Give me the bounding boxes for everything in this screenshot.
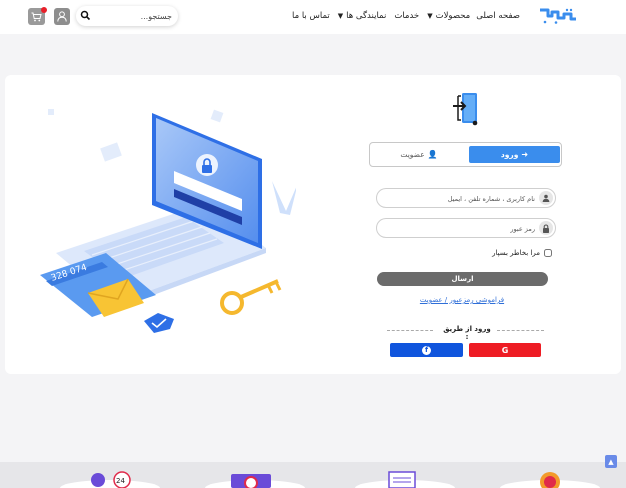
site-logo[interactable] bbox=[538, 6, 578, 26]
chevron-down-icon: ▼ bbox=[427, 12, 433, 20]
auth-tabs: ➜ ورود 👤 عضویت bbox=[369, 142, 562, 167]
nav-services-label: خدمات bbox=[394, 11, 420, 21]
username-input[interactable] bbox=[385, 192, 535, 205]
nav-contact[interactable]: تماس با ما bbox=[292, 11, 330, 21]
search-input[interactable] bbox=[94, 9, 172, 23]
nav-home[interactable]: صفحه اصلی bbox=[476, 11, 520, 21]
nav-agencies[interactable]: نمایندگی ها ▼ bbox=[338, 11, 387, 21]
support-24-label: 24 bbox=[116, 477, 125, 485]
main-nav: صفحه اصلی محصولات ▼ خدمات نمایندگی ها ▼ تم… bbox=[292, 11, 520, 21]
quality-badge-icon bbox=[500, 472, 600, 488]
nav-contact-label: تماس با ما bbox=[292, 11, 330, 21]
remember-me: مرا بخاطر بسپار bbox=[470, 247, 552, 259]
facebook-icon: f bbox=[422, 345, 431, 355]
user-icon bbox=[57, 11, 67, 22]
cart-icon bbox=[31, 12, 42, 21]
site-header: صفحه اصلی محصولات▼ خدمات نمایندگی ها▼ تم… bbox=[0, 0, 626, 34]
social-login-label: ورود از طریق : bbox=[443, 325, 491, 341]
nav-services[interactable]: خدمات bbox=[394, 11, 419, 21]
divider-left bbox=[387, 330, 433, 331]
user-plus-icon: 👤 bbox=[427, 150, 438, 159]
remember-checkbox[interactable] bbox=[544, 249, 552, 257]
tab-join-label: عضویت bbox=[400, 150, 425, 159]
lock-icon bbox=[539, 221, 553, 235]
laptop-security-illustration: 328 074 bbox=[40, 109, 296, 333]
forgot-password-link[interactable]: فراموشی رمزعبور / عضویت bbox=[376, 296, 548, 304]
password-input[interactable] bbox=[385, 222, 535, 235]
scroll-top-button[interactable]: ▲ bbox=[605, 455, 617, 468]
google-login-button[interactable]: G bbox=[469, 343, 541, 357]
submit-button[interactable]: ارسال bbox=[377, 272, 548, 286]
invoice-icon bbox=[355, 471, 455, 488]
nav-agencies-label: نمایندگی ها bbox=[346, 11, 387, 21]
social-login-divider: ورود از طریق : bbox=[387, 324, 544, 341]
product-review-icon bbox=[205, 474, 305, 488]
cart-badge bbox=[41, 7, 47, 13]
account-button[interactable] bbox=[54, 8, 70, 25]
tab-login[interactable]: ➜ ورود bbox=[469, 146, 560, 163]
nav-products[interactable]: محصولات ▼ bbox=[427, 11, 470, 21]
user-icon bbox=[539, 191, 553, 205]
login-door-icon bbox=[453, 93, 478, 126]
nav-home-label: صفحه اصلی bbox=[476, 11, 520, 21]
remember-label: مرا بخاطر بسپار bbox=[492, 249, 540, 257]
password-field bbox=[376, 218, 556, 238]
username-field bbox=[376, 188, 556, 208]
google-icon: G bbox=[501, 345, 509, 355]
divider-right bbox=[497, 330, 544, 331]
facebook-login-button[interactable]: f bbox=[390, 343, 463, 357]
search-icon[interactable] bbox=[80, 10, 91, 21]
sign-in-icon: ➜ bbox=[521, 150, 529, 159]
tab-login-label: ورود bbox=[500, 150, 519, 159]
chevron-down-icon: ▼ bbox=[337, 12, 344, 20]
tab-join[interactable]: 👤 عضویت bbox=[374, 146, 464, 163]
search-box bbox=[76, 6, 178, 26]
support-24-icon: 24 bbox=[60, 471, 160, 488]
chevron-up-icon: ▲ bbox=[608, 457, 614, 466]
nav-products-label: محصولات bbox=[435, 11, 471, 21]
